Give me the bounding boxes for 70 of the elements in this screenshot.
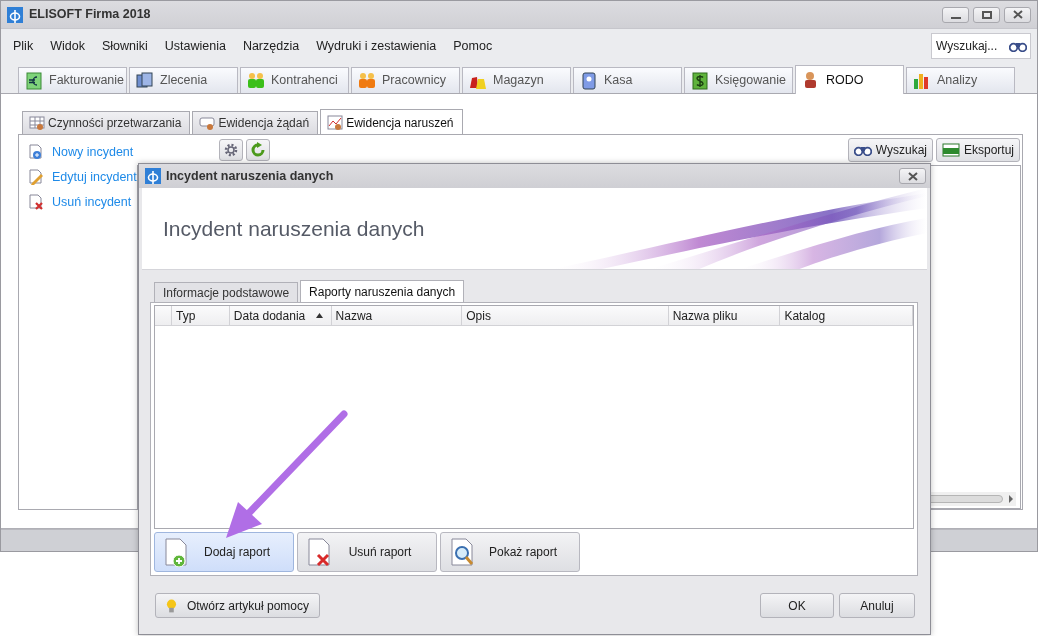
- module-tab[interactable]: Pracownicy: [351, 67, 460, 93]
- chart-icon: [327, 115, 344, 130]
- new-document-icon: [28, 144, 44, 161]
- maximize-button[interactable]: [973, 6, 1000, 23]
- menu-item[interactable]: Słowniki: [101, 36, 148, 56]
- action-link[interactable]: Edytuj incydent: [52, 167, 137, 187]
- documents-icon: [136, 71, 154, 90]
- spreadsheet-icon: [941, 143, 960, 157]
- menu-item[interactable]: Plik: [13, 36, 34, 56]
- cash-box-icon: [580, 71, 598, 90]
- module-tab[interactable]: Fakturowanie: [18, 67, 127, 93]
- menu-item[interactable]: Pomoc: [453, 36, 493, 56]
- module-tab[interactable]: Kasa: [573, 67, 682, 93]
- sub-tab[interactable]: Ewidencja żądań: [192, 111, 319, 134]
- module-tab[interactable]: Zlecenia: [129, 67, 238, 93]
- dialog-tab[interactable]: Informacje podstawowe: [154, 282, 299, 302]
- dialog-heading: Incydent naruszenia danych: [163, 215, 425, 242]
- module-tab[interactable]: Analizy: [906, 67, 1015, 93]
- bar-chart-icon: [913, 71, 931, 90]
- dialog-button[interactable]: OK: [760, 593, 834, 618]
- action-link[interactable]: Nowy incydent: [52, 143, 134, 162]
- column-header[interactable]: Katalog: [780, 306, 913, 325]
- euro-icon: [25, 71, 43, 90]
- minimize-icon: [950, 16, 961, 19]
- toolbar-button[interactable]: Wyszukaj: [847, 138, 933, 162]
- help-button[interactable]: Otwórz artykuł pomocy: [155, 593, 320, 618]
- app-logo-icon: [7, 6, 23, 23]
- close-button[interactable]: [1004, 6, 1031, 23]
- module-tab[interactable]: RODO: [795, 65, 904, 94]
- form-icon: [199, 115, 216, 131]
- action-link[interactable]: Usuń incydent: [52, 192, 132, 212]
- people-icon: [358, 71, 376, 90]
- money-book-icon: [691, 71, 709, 90]
- binoculars-icon: [853, 144, 872, 156]
- menu-item[interactable]: Wydruki i zestawienia: [316, 36, 437, 56]
- delete-document-icon: [28, 193, 44, 210]
- dialog-button[interactable]: Anuluj: [839, 593, 915, 618]
- module-tab[interactable]: Kontrahenci: [240, 67, 349, 93]
- pencil-document-icon: [28, 169, 44, 186]
- lightbulb-icon: [166, 597, 177, 614]
- dialog-title: Incydent naruszenia danych: [166, 167, 334, 185]
- refresh-button[interactable]: [246, 139, 270, 161]
- menu-item[interactable]: Widok: [50, 36, 85, 56]
- report-button[interactable]: Pokaż raport: [440, 532, 580, 572]
- column-header[interactable]: Data dodania: [229, 306, 332, 325]
- table-icon: [29, 115, 45, 131]
- minimize-button[interactable]: [942, 6, 969, 23]
- column-header[interactable]: Typ: [172, 306, 230, 325]
- settings-button[interactable]: [219, 139, 243, 161]
- sub-tab[interactable]: Czynności przetwarzania: [22, 111, 191, 134]
- window-title: ELISOFT Firma 2018: [29, 6, 151, 24]
- report-button[interactable]: Usuń raport: [297, 532, 437, 572]
- module-tab[interactable]: Magazyn: [462, 67, 571, 93]
- column-header[interactable]: Opis: [462, 306, 669, 325]
- app-logo-icon: [145, 168, 161, 184]
- menu-item[interactable]: Ustawienia: [164, 36, 226, 56]
- close-icon: [1012, 10, 1023, 19]
- maximize-icon: [981, 10, 992, 19]
- search-field[interactable]: Wyszukaj...: [931, 33, 1031, 59]
- close-button[interactable]: [899, 168, 926, 184]
- toolbar-button[interactable]: Eksportuj: [935, 138, 1020, 162]
- module-tab[interactable]: Księgowanie: [684, 67, 793, 93]
- column-header[interactable]: Nazwa: [331, 306, 463, 325]
- report-button[interactable]: Dodaj raport: [154, 532, 294, 572]
- menu-item[interactable]: Narzędzia: [242, 36, 300, 56]
- column-header[interactable]: Nazwa pliku: [668, 306, 781, 325]
- dialog-tab[interactable]: Raporty naruszenia danych: [300, 280, 465, 303]
- close-icon: [907, 171, 918, 181]
- people-icon: [247, 71, 265, 90]
- sub-tab[interactable]: Ewidencja naruszeń: [320, 109, 463, 135]
